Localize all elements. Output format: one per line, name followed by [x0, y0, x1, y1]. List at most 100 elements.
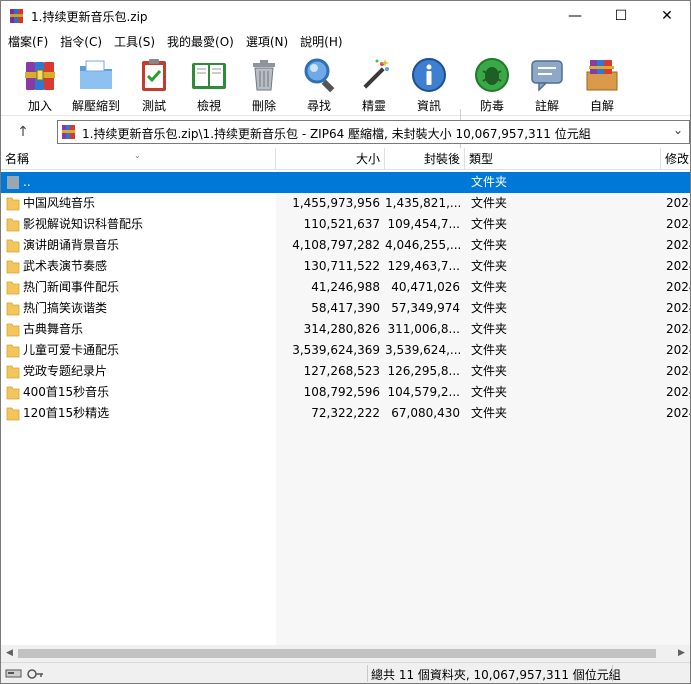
add-button[interactable]: 加入: [10, 56, 70, 114]
table-row[interactable]: 热门搞笑诙谐类 58,417,390 57,349,974 文件夹 2024: [1, 298, 690, 319]
sfx-button[interactable]: 自解: [572, 56, 632, 114]
scroll-left-icon[interactable]: ◀: [1, 645, 18, 662]
maximize-icon: ☐: [614, 8, 628, 24]
file-list[interactable]: .. 文件夹 中国风纯音乐 1,455,973,956 1,435,821,... 文件夹…: [1, 171, 690, 645]
up-folder-button[interactable]: ↑: [11, 121, 35, 143]
column-size[interactable]: 大小: [276, 148, 385, 170]
table-row[interactable]: 古典舞音乐 314,280,826 311,006,8... 文件夹 2024: [1, 319, 690, 340]
file-name: 120首15秒精选: [23, 406, 110, 420]
menu-file[interactable]: 檔案(F): [2, 32, 54, 52]
table-row[interactable]: 中国风纯音乐 1,455,973,956 1,435,821,... 文件夹 2024: [1, 193, 690, 214]
menu-tools[interactable]: 工具(S): [108, 32, 161, 52]
address-bar[interactable]: 1.持续更新音乐包.zip\1.持续更新音乐包 - ZIP64 壓縮檔, 未封裝…: [57, 120, 690, 144]
column-modified[interactable]: 修改: [661, 148, 691, 170]
sort-caret-icon: ⌄: [134, 151, 141, 160]
delete-button[interactable]: 刪除: [234, 56, 294, 114]
file-modified: 2024: [666, 217, 690, 231]
maximize-button[interactable]: ☐: [598, 1, 644, 31]
antivirus-button[interactable]: 防毒: [462, 56, 522, 114]
file-modified: 2024: [666, 280, 690, 294]
menu-bar: 檔案(F) 指令(C) 工具(S) 我的最愛(O) 選項(N) 說明(H): [1, 32, 690, 52]
folder-icon: [6, 281, 20, 295]
horizontal-scrollbar[interactable]: ◀ ▶: [1, 645, 690, 662]
table-row[interactable]: 武术表演节奏感 130,711,522 129,463,7... 文件夹 2024: [1, 256, 690, 277]
menu-options[interactable]: 選項(N): [240, 32, 294, 52]
toolbar: 加入 解壓縮到 測試 檢視 刪除 尋找 精靈 資訊 防毒 註解 自解: [1, 53, 690, 165]
file-name: 热门新闻事件配乐: [23, 280, 120, 294]
view-button[interactable]: 檢視: [179, 56, 239, 114]
comment-button[interactable]: 註解: [517, 56, 577, 114]
antivirus-label: 防毒: [479, 99, 504, 113]
drive-key-icon: [5, 669, 43, 679]
file-name: 古典舞音乐: [23, 322, 84, 336]
minimize-icon: —: [568, 8, 582, 24]
file-type: 文件夹: [471, 385, 508, 399]
title-bar[interactable]: 1.持续更新音乐包.zip — ☐ ✕: [1, 1, 690, 31]
winrar-window: 1.持续更新音乐包.zip — ☐ ✕ 檔案(F) 指令(C) 工具(S) 我的…: [0, 0, 691, 684]
status-separator: [612, 665, 613, 682]
info-label: 資訊: [416, 99, 441, 113]
file-type: 文件夹: [471, 238, 508, 252]
table-row[interactable]: 演讲朗诵背景音乐 4,108,797,282 4,046,255,... 文件夹 202…: [1, 235, 690, 256]
add-label: 加入: [27, 99, 52, 113]
delete-label: 刪除: [251, 99, 276, 113]
file-modified: 2024: [666, 364, 690, 378]
test-button[interactable]: 測試: [124, 56, 184, 114]
file-modified: 2024: [666, 322, 690, 336]
column-name[interactable]: 名稱 ⌄: [1, 148, 276, 170]
column-packed[interactable]: 封裝後: [385, 148, 465, 170]
file-size: 58,417,390: [311, 301, 380, 315]
file-packed-size: 104,579,2...: [387, 385, 460, 399]
find-button[interactable]: 尋找: [289, 56, 349, 114]
window-title: 1.持续更新音乐包.zip: [31, 10, 148, 24]
menu-favorites[interactable]: 我的最愛(O): [161, 32, 240, 52]
column-type[interactable]: 類型: [465, 148, 661, 170]
table-row[interactable]: 儿童可爱卡通配乐 3,539,624,369 3,539,624,... 文件夹 202…: [1, 340, 690, 361]
menu-commands[interactable]: 指令(C): [54, 32, 108, 52]
folder-icon: [6, 197, 20, 211]
file-packed-size: 1,435,821,...: [385, 196, 460, 210]
address-dropdown-icon[interactable]: ⌄: [670, 123, 686, 141]
file-name: ..: [23, 175, 31, 189]
file-size: [276, 172, 380, 193]
parent-folder-icon: [7, 176, 19, 189]
minimize-button[interactable]: —: [552, 1, 598, 31]
file-modified: 2024: [666, 259, 690, 273]
scroll-right-icon[interactable]: ▶: [673, 645, 690, 662]
file-name: 党政专题纪录片: [23, 364, 108, 378]
file-modified: [666, 172, 690, 193]
table-row[interactable]: 影视解说知识科普配乐 110,521,637 109,454,7... 文件夹 2024: [1, 214, 690, 235]
antivirus-bug-icon: [475, 58, 509, 92]
address-path: 1.持续更新音乐包.zip\1.持续更新音乐包 - ZIP64 壓縮檔, 未封裝…: [82, 127, 591, 141]
menu-help[interactable]: 說明(H): [294, 32, 348, 52]
extract-folder-icon: [80, 60, 112, 89]
info-button[interactable]: 資訊: [399, 56, 459, 114]
wizard-button[interactable]: 精靈: [344, 56, 404, 114]
comment-bubble-icon: [531, 60, 563, 92]
close-button[interactable]: ✕: [644, 1, 690, 31]
table-row[interactable]: 400首15秒音乐 108,792,596 104,579,2... 文件夹 2024: [1, 382, 690, 403]
status-separator: [367, 665, 368, 682]
column-name-label: 名稱: [5, 152, 30, 166]
folder-icon: [6, 386, 20, 400]
scroll-thumb[interactable]: [18, 649, 656, 658]
column-header: 名稱 ⌄ 大小 封裝後 類型 修改: [1, 148, 690, 170]
file-size: 41,246,988: [311, 280, 380, 294]
table-row[interactable]: 120首15秒精选 72,322,222 67,080,430 文件夹 2024: [1, 403, 690, 424]
file-size: 314,280,826: [303, 322, 380, 336]
file-size: 108,792,596: [303, 385, 380, 399]
folder-icon: [6, 407, 20, 421]
file-size: 4,108,797,282: [292, 238, 380, 252]
table-row[interactable]: 热门新闻事件配乐 41,246,988 40,471,026 文件夹 2024: [1, 277, 690, 298]
file-name: 中国风纯音乐: [23, 196, 96, 210]
file-packed-size: 67,080,430: [391, 406, 460, 420]
file-packed-size: 129,463,7...: [387, 259, 460, 273]
folder-icon: [6, 323, 20, 337]
magnifier-icon: [304, 58, 335, 93]
file-size: 127,268,523: [303, 364, 380, 378]
file-type: 文件夹: [471, 280, 508, 294]
table-row[interactable]: 党政专题纪录片 127,268,523 126,295,8... 文件夹 2024: [1, 361, 690, 382]
parent-folder-row[interactable]: .. 文件夹: [1, 172, 690, 193]
extract-to-button[interactable]: 解壓縮到: [66, 56, 126, 114]
archive-icon: [62, 125, 75, 139]
